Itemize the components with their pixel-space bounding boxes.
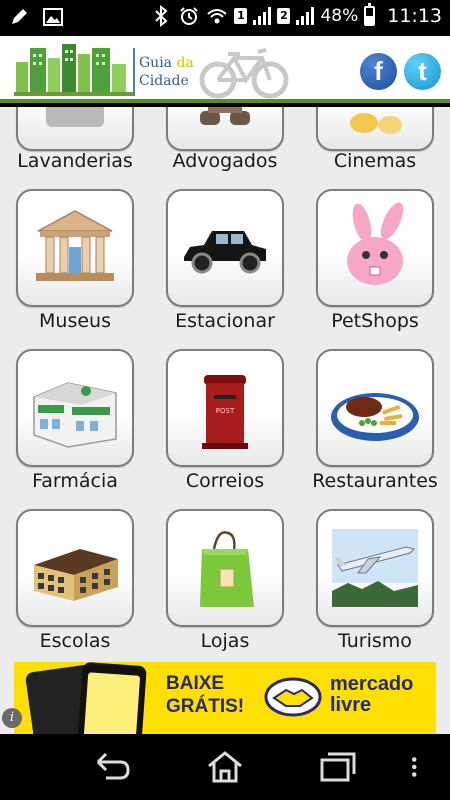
twitter-button[interactable]: t [404, 53, 441, 90]
category-label: Turismo [338, 630, 412, 652]
bunny-icon [347, 202, 404, 285]
laundry-icon [46, 107, 104, 127]
image-icon [43, 8, 63, 26]
pharmacy-icon [33, 382, 117, 448]
bluetooth-off-icon [155, 5, 168, 27]
wifi-icon [207, 9, 228, 24]
facebook-button[interactable]: f [360, 53, 397, 90]
category-tile-correios[interactable]: POST [166, 349, 284, 467]
category-tile-restaurantes[interactable] [316, 349, 434, 467]
ad-info-icon[interactable]: i [2, 708, 22, 728]
sim1-badge: 1 [234, 8, 248, 24]
school-icon [34, 549, 118, 601]
ad-brand-line1: mercado [330, 673, 414, 695]
category-label: Lavanderias [17, 150, 133, 172]
home-icon[interactable] [205, 750, 245, 784]
signal-icon [253, 7, 272, 25]
ad-line2: GRÁTIS! [166, 696, 245, 717]
recent-apps-icon[interactable] [318, 750, 358, 784]
battery-icon [364, 3, 376, 26]
category-label: Escolas [39, 630, 111, 652]
museum-icon [36, 210, 114, 281]
category-label: Correios [185, 470, 265, 492]
lawyer-icon [200, 107, 250, 125]
ad-phone-image [77, 662, 147, 734]
category-label: PetShops [331, 310, 419, 332]
category-tile-escolas[interactable] [16, 509, 134, 627]
logo-word-cidade: Cidade [139, 73, 189, 89]
food-plate-icon [331, 393, 419, 441]
category-label: Restaurantes [312, 470, 438, 492]
alarm-icon [180, 7, 199, 25]
signal-icon [296, 7, 315, 25]
ad-brand: mercado livre [330, 674, 413, 716]
category-tile-lavanderias[interactable] [16, 107, 134, 151]
back-icon[interactable] [92, 750, 132, 784]
sim2-badge: 2 [277, 8, 291, 24]
pen-icon [12, 9, 27, 24]
category-tile-lojas[interactable] [166, 509, 284, 627]
category-label: Advogados [172, 150, 278, 172]
ad-area: BAIXE GRÁTIS! mercado livre i [0, 662, 450, 734]
overflow-menu-icon[interactable] [403, 750, 433, 784]
shopping-bag-icon [200, 531, 254, 607]
ad-line1: BAIXE [166, 673, 225, 694]
bicycle-icon [199, 48, 289, 99]
clock: 11:13 [387, 5, 442, 27]
category-tile-farmacia[interactable] [16, 349, 134, 467]
logo-word-guia: Guia [139, 55, 173, 71]
battery-percent: 48% [320, 6, 359, 26]
handshake-icon [264, 677, 322, 717]
car-icon [184, 231, 266, 274]
cinema-icon [350, 113, 402, 134]
ad-headline: BAIXE GRÁTIS! [166, 672, 244, 718]
category-grid: Lavanderias Advogados Cinemas Museus Est… [0, 107, 450, 662]
category-tile-estacionar[interactable] [166, 189, 284, 307]
category-label: Cinemas [333, 150, 417, 172]
category-tile-petshops[interactable] [316, 189, 434, 307]
city-skyline-logo-icon [14, 44, 134, 96]
category-label: Museus [39, 310, 111, 332]
ad-brand-line2: livre [330, 694, 372, 716]
category-label: Estacionar [175, 310, 275, 332]
logo-text: Guia da Cidade [139, 54, 194, 90]
logo-word-da: da [176, 55, 194, 71]
logo-divider [133, 48, 135, 96]
category-tile-turismo[interactable] [316, 509, 434, 627]
status-bar: 1 2 48% 11:13 [0, 0, 450, 36]
category-tile-cinemas[interactable] [316, 107, 434, 151]
category-label: Farmácia [32, 470, 118, 492]
postbox-icon: POST [202, 375, 248, 449]
navigation-bar [0, 734, 450, 800]
app-header: Guia da Cidade f t [0, 36, 450, 103]
ad-banner[interactable]: BAIXE GRÁTIS! mercado livre [14, 662, 436, 734]
category-label: Lojas [200, 630, 250, 652]
airplane-icon [332, 529, 418, 607]
category-tile-advogados[interactable] [166, 107, 284, 151]
category-tile-museus[interactable] [16, 189, 134, 307]
svg-text:POST: POST [216, 407, 235, 415]
